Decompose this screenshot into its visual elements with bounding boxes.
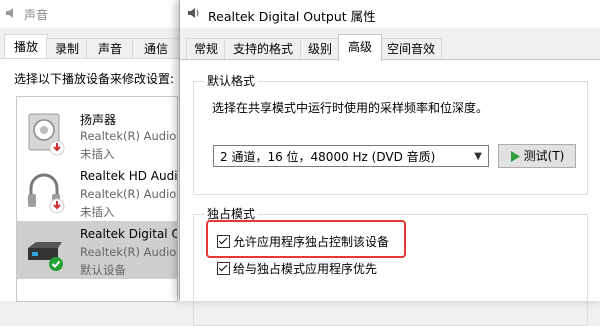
speaker-app-icon <box>188 8 199 18</box>
tab-playback[interactable]: 播放 <box>4 34 48 59</box>
dialog-tabs: 常规 支持的格式 级别 高级 空间音效 <box>180 34 600 61</box>
device-driver: Realtek(R) Audio <box>80 245 177 259</box>
play-icon <box>510 151 520 162</box>
test-button-label: 测试(T) <box>523 149 565 163</box>
tab-sounds[interactable]: 声音 <box>86 38 134 59</box>
device-status: 未插入 <box>80 147 115 161</box>
device-realtek-hd-audio[interactable]: Realtek HD Audio Realtek(R) Audio 未插入 <box>17 163 177 221</box>
headphones-icon <box>28 173 65 214</box>
device-driver: Realtek(R) Audio <box>80 187 177 201</box>
advanced-panel: 默认格式 选择在共享模式中运行时使用的采样频率和位深度。 2 通道，16 位，4… <box>180 59 600 326</box>
device-name: 扬声器 <box>80 113 117 127</box>
format-select-value: 2 通道，16 位，48000 Hz (DVD 音质) <box>220 150 436 164</box>
device-name: Realtek Digital Output <box>80 227 177 241</box>
default-format-label: 默认格式 <box>204 72 259 89</box>
tab-recording[interactable]: 录制 <box>46 38 88 59</box>
device-status: 未插入 <box>80 205 115 219</box>
playback-device-list[interactable]: 扬声器 Realtek(R) Audio 未插入 Realtek HD Audi… <box>16 96 178 302</box>
give-priority-label: 给与独占模式应用程序优先 <box>233 262 378 276</box>
device-status: 默认设备 <box>80 263 126 277</box>
test-button[interactable]: 测试(T) <box>498 144 576 168</box>
tab-communications[interactable]: 通信 <box>132 38 180 59</box>
chevron-down-icon: ▼ <box>474 151 482 162</box>
digital-output-icon <box>28 242 63 271</box>
dialog-titlebar: Realtek Digital Output 属性 <box>180 0 600 28</box>
tab-spatial-sound[interactable]: 空间音效 <box>380 38 442 60</box>
format-select[interactable]: 2 通道，16 位，48000 Hz (DVD 音质) ▼ <box>213 145 489 167</box>
tab-levels[interactable]: 级别 <box>300 38 340 60</box>
default-format-description: 选择在共享模式中运行时使用的采样频率和位深度。 <box>212 101 489 115</box>
device-speaker[interactable]: 扬声器 Realtek(R) Audio 未插入 <box>17 105 177 163</box>
playback-instruction: 选择以下播放设备来修改设置: <box>14 72 175 86</box>
give-priority-checkbox[interactable]: 给与独占模式应用程序优先 <box>217 261 377 277</box>
checkbox-checked-icon[interactable] <box>217 262 230 275</box>
device-name: Realtek HD Audio <box>80 169 178 183</box>
device-driver: Realtek(R) Audio <box>80 129 177 143</box>
tab-supported-formats[interactable]: 支持的格式 <box>224 38 302 60</box>
red-highlight-box <box>206 220 406 258</box>
speaker-icon <box>28 113 65 156</box>
tab-advanced[interactable]: 高级 <box>338 34 382 61</box>
device-realtek-digital-output[interactable]: Realtek Digital Output Realtek(R) Audio … <box>17 221 177 279</box>
dialog-title: Realtek Digital Output 属性 <box>208 9 376 24</box>
sound-window-title: 声音 <box>24 8 49 22</box>
properties-dialog: Realtek Digital Output 属性 常规 支持的格式 级别 高级… <box>179 0 600 326</box>
tab-general[interactable]: 常规 <box>186 38 226 60</box>
speaker-app-icon <box>6 8 13 18</box>
